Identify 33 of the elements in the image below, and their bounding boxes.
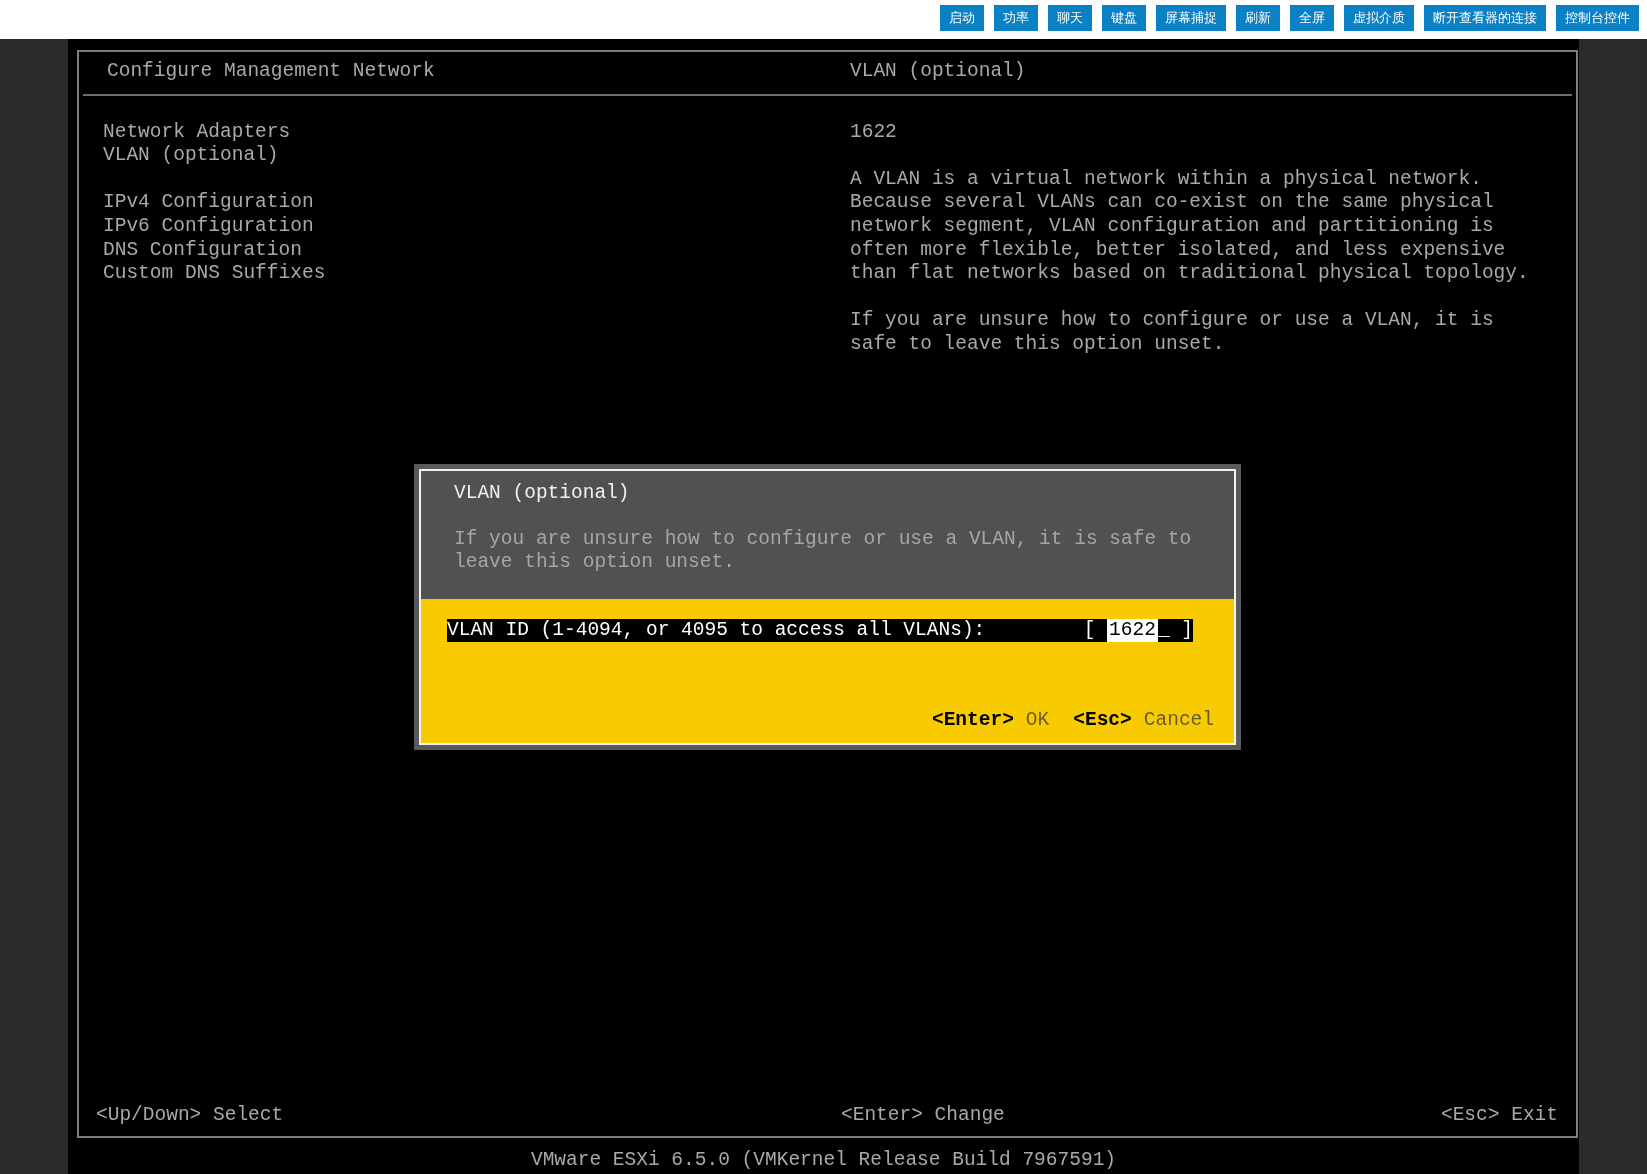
field-label: VLAN ID (1-4094, or 4095 to access all VLANs):	[447, 618, 987, 643]
dialog-action[interactable]: <Enter> OK	[931, 709, 1050, 733]
menu-item[interactable]: Custom DNS Suffixes	[103, 262, 850, 286]
key-hint: <Up/Down> Select	[96, 1104, 285, 1128]
detail-title: VLAN (optional)	[850, 60, 1027, 84]
bracket-text: [	[1083, 618, 1097, 643]
menu-item[interactable]: Network Adapters	[103, 120, 850, 145]
menu-item[interactable]: IPv4 Configuration	[103, 191, 850, 215]
toolbar-button[interactable]: 刷新	[1236, 5, 1280, 31]
toolbar-button[interactable]: 虚拟介质	[1344, 5, 1414, 31]
menu-item[interactable]: IPv6 Configuration	[103, 214, 850, 239]
description-text: A VLAN is a virtual network within a physical network. Because several VLANs can co-exist on the same physical network segment, VLAN configuration and partitioning is often more flexible, better isolated, and less expensive than flat networks based on traditional physical topology.	[850, 167, 1530, 286]
vlan-value: 1622	[850, 120, 898, 145]
menu-item[interactable]: DNS Configuration	[103, 238, 850, 263]
dialog-action[interactable]: <Esc> Cancel	[1073, 709, 1214, 733]
toolbar-button[interactable]: 聊天	[1048, 5, 1092, 31]
toolbar-button[interactable]: 启动	[940, 5, 984, 31]
status-line: VMware ESXi 6.5.0 (VMKernel Release Build 7967591)	[529, 1148, 1118, 1173]
vlan-id-field[interactable]: 1622	[1107, 618, 1158, 643]
key-hint: <Esc> Exit	[1440, 1104, 1558, 1128]
toolbar-button[interactable]: 控制台控件	[1556, 5, 1639, 31]
toolbar-button[interactable]: 屏幕捕捉	[1156, 5, 1226, 31]
description-text: If you are unsure how to configure or use a VLAN, it is safe to leave this option unset.	[850, 309, 1495, 357]
key-hint: <Enter> Change	[841, 1104, 1006, 1128]
dialog-message: If you are unsure how to configure or use a VLAN, it is safe to leave this option unset.	[454, 527, 1193, 575]
screen-title: Configure Management Network	[107, 60, 436, 84]
dialog-title: VLAN (optional)	[454, 482, 631, 506]
toolbar-button[interactable]: 键盘	[1102, 5, 1146, 31]
toolbar-button[interactable]: 断开查看器的连接	[1424, 5, 1546, 31]
toolbar-button[interactable]: 功率	[994, 5, 1038, 31]
menu-item[interactable]: VLAN (optional)	[103, 144, 850, 168]
cursor-bracket-text: _ ]	[1157, 618, 1193, 643]
toolbar-button[interactable]: 全屏	[1290, 5, 1334, 31]
